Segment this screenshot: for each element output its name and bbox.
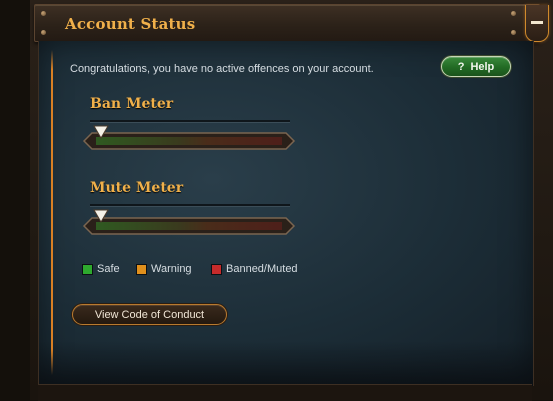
ban-meter-track: [82, 130, 296, 152]
rivet-icon: [41, 30, 46, 35]
status-message: Congratulations, you have no active offe…: [70, 63, 374, 75]
rivet-icon: [511, 30, 516, 35]
side-rail: [51, 50, 53, 375]
safe-swatch: [82, 263, 93, 275]
mute-meter-track: [82, 215, 296, 237]
panel-bottom-edge: [38, 384, 532, 401]
ban-meter-marker: [93, 125, 109, 139]
minus-icon: [531, 21, 543, 24]
rivet-icon: [511, 11, 516, 16]
ban-meter-rule: [90, 120, 290, 123]
warning-swatch: [136, 263, 147, 275]
help-button[interactable]: ? Help: [441, 56, 511, 77]
rivet-icon: [41, 11, 46, 16]
coc-button-label: View Code of Conduct: [94, 308, 205, 321]
help-button-label: Help: [470, 60, 495, 73]
panel-texture: [39, 341, 533, 386]
panel-header: Account Status: [34, 4, 549, 42]
legend-label: Safe: [97, 263, 120, 275]
legend-safe: Safe: [82, 263, 120, 275]
legend-label: Banned/Muted: [226, 263, 298, 275]
mute-meter-marker: [93, 209, 109, 223]
legend-banned: Banned/Muted: [211, 263, 298, 275]
legend-label: Warning: [151, 263, 192, 275]
legend-warning: Warning: [136, 263, 192, 275]
view-code-of-conduct-button[interactable]: View Code of Conduct: [72, 304, 227, 325]
banned-swatch: [211, 263, 222, 275]
mute-meter-title: Mute Meter: [90, 180, 184, 196]
ban-meter-title: Ban Meter: [90, 96, 174, 112]
mute-meter-rule: [90, 204, 290, 207]
account-status-panel: [38, 41, 534, 386]
question-mark-icon: ?: [457, 60, 465, 73]
panel-title: Account Status: [65, 15, 196, 33]
collapse-button[interactable]: [525, 5, 549, 42]
